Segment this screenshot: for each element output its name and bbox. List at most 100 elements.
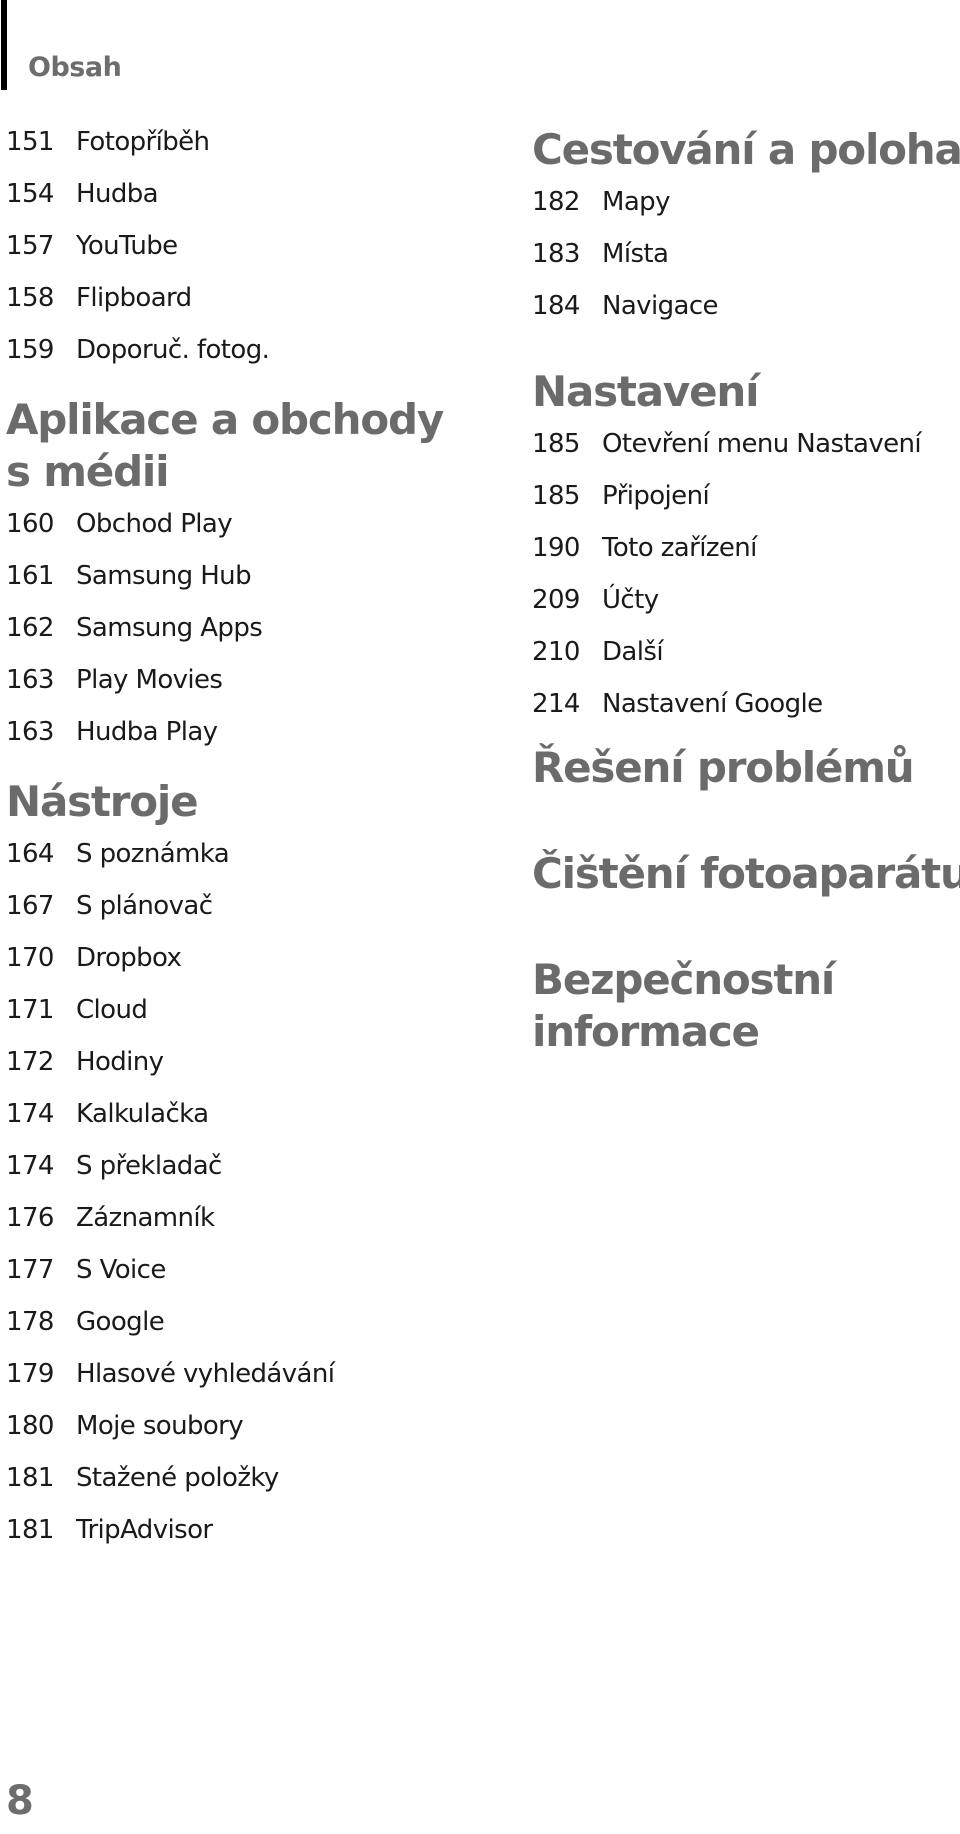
toc-entry-label: Stažené položky (76, 1463, 279, 1493)
toc-entry[interactable]: 171 Cloud (6, 984, 334, 1036)
toc-entry-label: Hlasové vyhledávání (76, 1359, 335, 1389)
toc-intro-list: 151 Fotopříběh 154 Hudba 157 YouTube 158 Flipbo… (6, 116, 270, 376)
toc-entry[interactable]: 154 Hudba (6, 168, 269, 220)
section-heading[interactable]: Řešení problémů (532, 742, 915, 794)
toc-entry-page: 161 (6, 561, 54, 591)
toc-entry[interactable]: 161 Samsung Hub (6, 550, 443, 602)
toc-entry-page: 164 (6, 839, 54, 869)
toc-entry-label: Doporuč. fotog. (76, 335, 270, 365)
toc-entry[interactable]: 210 Další (532, 626, 921, 678)
toc-entry[interactable]: 162 Samsung Apps (6, 602, 443, 654)
toc-entry-label: Mapy (602, 187, 670, 217)
toc-entry-label: Cloud (76, 995, 148, 1025)
page-number: 8 (6, 1778, 34, 1824)
toc-entry[interactable]: 190 Toto zařízení (532, 522, 921, 574)
toc-entry-page: 179 (6, 1359, 54, 1389)
toc-entry-label: Další (602, 637, 664, 667)
toc-entry-page: 154 (6, 179, 54, 209)
toc-entry-page: 184 (532, 291, 580, 321)
toc-entry-page: 185 (532, 481, 580, 511)
toc-entry-label: Připojení (602, 481, 710, 511)
toc-entry[interactable]: 159 Doporuč. fotog. (6, 324, 270, 376)
toc-entry-label: Flipboard (76, 283, 192, 313)
toc-entry-label: Záznamník (76, 1203, 215, 1233)
toc-entry-label: Hudba Play (76, 717, 218, 747)
toc-entry-label: Hodiny (76, 1047, 164, 1077)
section-heading[interactable]: Nástroje (6, 776, 334, 828)
toc-entry-label: Kalkulačka (76, 1099, 209, 1129)
toc-entry-label: Toto zařízení (602, 533, 757, 563)
toc-entry-page: 171 (6, 995, 54, 1025)
toc-entry-page: 177 (6, 1255, 54, 1285)
toc-entry-page: 181 (6, 1463, 54, 1493)
toc-entry-label: S překladač (76, 1151, 222, 1181)
toc-entry-page: 209 (532, 585, 580, 615)
toc-entry-page: 172 (6, 1047, 54, 1077)
toc-entry-page: 176 (6, 1203, 54, 1233)
toc-entry[interactable]: 183 Místa (532, 228, 960, 280)
toc-entry[interactable]: 184 Navigace (532, 280, 960, 332)
toc-entry-label: Nastavení Google (602, 689, 823, 719)
toc-entry-page: 158 (6, 283, 54, 313)
toc-entry[interactable]: 214 Nastavení Google (532, 678, 921, 730)
toc-entry-page: 190 (532, 533, 580, 563)
toc-entry-label: Hudba (76, 179, 159, 209)
toc-entry-label: Obchod Play (76, 509, 233, 539)
page-title: Obsah (28, 52, 122, 83)
toc-entry-label: Google (76, 1307, 165, 1337)
toc-entry[interactable]: 174 Kalkulačka (6, 1088, 334, 1140)
toc-entry[interactable]: 179 Hlasové vyhledávání (6, 1348, 335, 1400)
toc-entry-page: 151 (6, 127, 54, 157)
toc-entry-page: 167 (6, 891, 54, 921)
toc-section-travel: Cestování a poloha 182 Mapy 183 Místa 184 Navi… (532, 124, 960, 332)
section-heading[interactable]: Nastavení (532, 366, 921, 418)
toc-entry-label: Dropbox (76, 943, 182, 973)
toc-entry-label: Samsung Apps (76, 613, 263, 643)
toc-entry-label: S Voice (76, 1255, 166, 1285)
toc-entry[interactable]: 174 S překladač (6, 1140, 334, 1192)
toc-entry-page: 182 (532, 187, 580, 217)
toc-entry[interactable]: 181 TripAdvisor (6, 1504, 334, 1556)
toc-entry[interactable]: 163 Hudba Play (6, 706, 443, 758)
section-heading[interactable]: Bezpečnostní (532, 954, 835, 1006)
toc-entry[interactable]: 170 Dropbox (6, 932, 334, 984)
section-heading[interactable]: informace (532, 1006, 834, 1058)
toc-section-camera-cleaning: Čištění fotoaparátu (532, 848, 960, 900)
section-heading[interactable]: s médii (6, 446, 443, 498)
toc-entry[interactable]: 177 S Voice (6, 1244, 334, 1296)
toc-section-safety: Bezpečnostní informace (532, 954, 835, 1058)
toc-entry[interactable]: 181 Stažené položky (6, 1452, 334, 1504)
toc-entry[interactable]: 176 Záznamník (6, 1192, 334, 1244)
toc-entry[interactable]: 185 Otevření menu Nastavení (532, 418, 922, 470)
toc-entry-label: Navigace (602, 291, 719, 321)
toc-entry[interactable]: 185 Připojení (532, 470, 921, 522)
toc-entry[interactable]: 172 Hodiny (6, 1036, 334, 1088)
toc-entry-page: 163 (6, 717, 54, 747)
toc-entry-page: 181 (6, 1515, 54, 1545)
toc-entry[interactable]: 151 Fotopříběh (6, 116, 269, 168)
toc-section-tools: Nástroje 164 S poznámka 167 S plánovač 170 Dro… (6, 776, 335, 1556)
toc-entry[interactable]: 180 Moje soubory (6, 1400, 334, 1452)
toc-entry-label: S poznámka (76, 839, 230, 869)
toc-entry-label: Fotopříběh (76, 127, 210, 157)
section-heading[interactable]: Cestování a poloha (532, 124, 960, 176)
toc-entry-page: 174 (6, 1099, 54, 1129)
section-heading[interactable]: Aplikace a obchody (6, 394, 444, 446)
section-heading[interactable]: Čištění fotoaparátu (532, 848, 960, 900)
toc-entry[interactable]: 157 YouTube (6, 220, 269, 272)
toc-entry[interactable]: 163 Play Movies (6, 654, 443, 706)
toc-entry-page: 163 (6, 665, 54, 695)
toc-entry-page: 210 (532, 637, 580, 667)
toc-entry[interactable]: 167 S plánovač (6, 880, 334, 932)
toc-entry[interactable]: 160 Obchod Play (6, 498, 443, 550)
toc-entry[interactable]: 182 Mapy (532, 176, 960, 228)
toc-entry[interactable]: 164 S poznámka (6, 828, 334, 880)
toc-entry[interactable]: 209 Účty (532, 574, 921, 626)
toc-entry-label: Moje soubory (76, 1411, 244, 1441)
toc-entry-page: 174 (6, 1151, 54, 1181)
toc-entry[interactable]: 178 Google (6, 1296, 334, 1348)
toc-entry-page: 159 (6, 335, 54, 365)
toc-entry-page: 157 (6, 231, 54, 261)
toc-entry[interactable]: 158 Flipboard (6, 272, 269, 324)
toc-section-troubleshooting: Řešení problémů (532, 742, 915, 794)
